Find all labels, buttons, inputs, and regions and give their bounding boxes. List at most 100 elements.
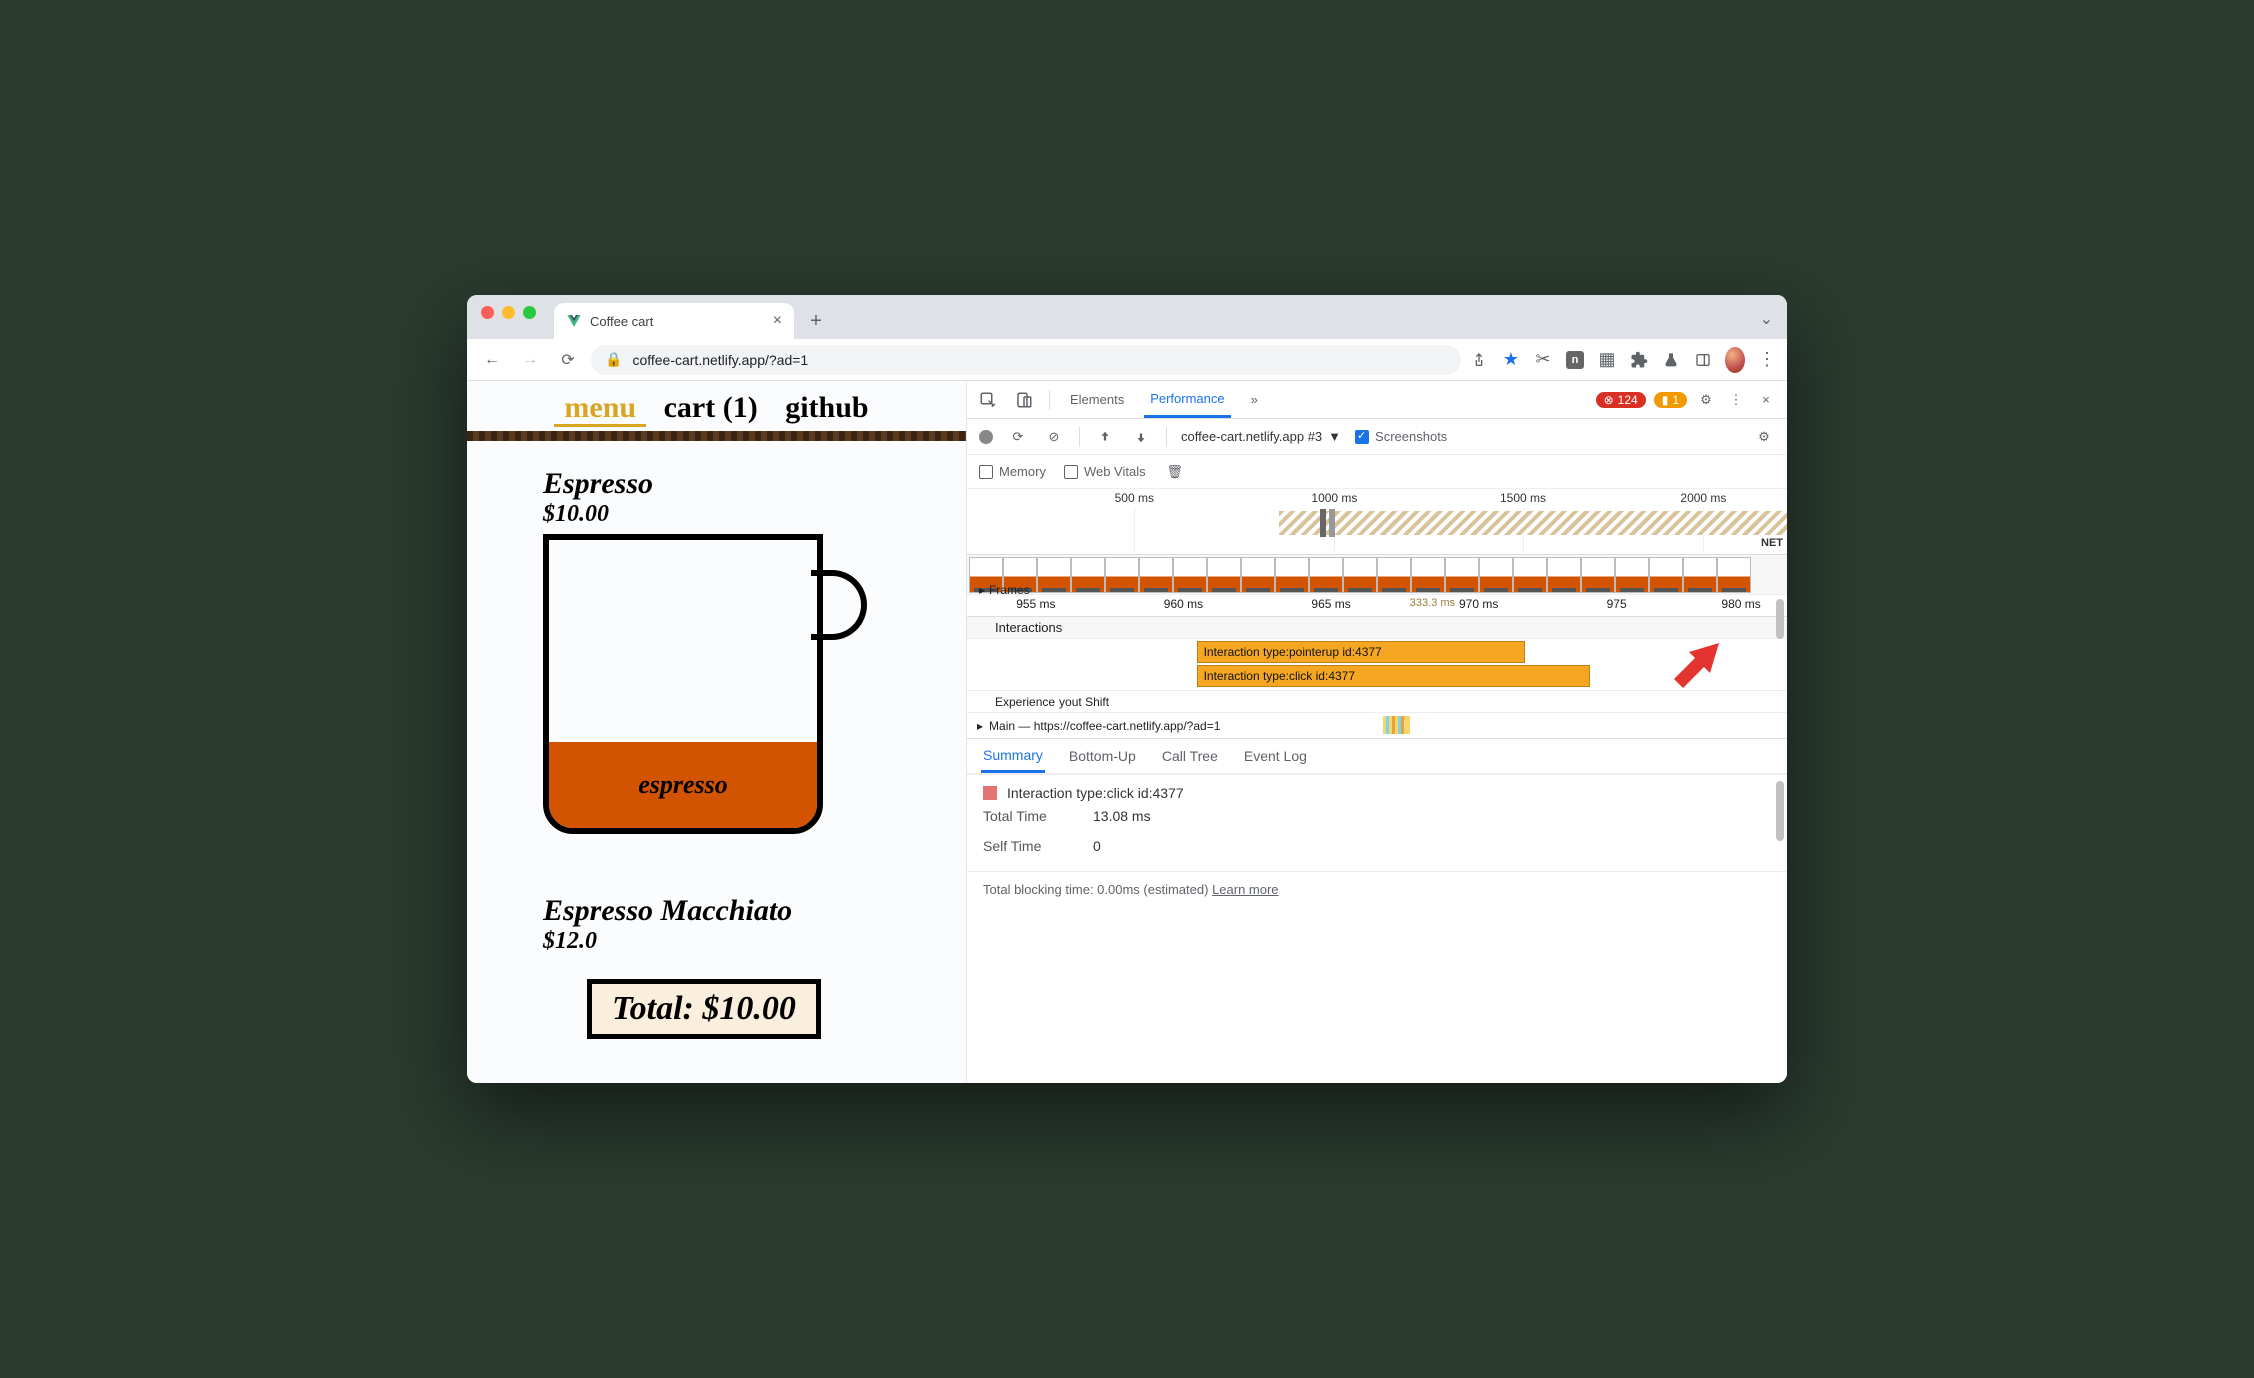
checkbox-checked-icon [1355,430,1369,444]
subtab-summary[interactable]: Summary [981,739,1045,773]
filmstrip-frame[interactable] [1411,557,1445,593]
filmstrip-frame[interactable] [1037,557,1071,593]
checkbox-icon [979,465,993,479]
bookmark-star-icon[interactable]: ★ [1501,350,1521,370]
nav-github[interactable]: github [775,391,878,424]
filmstrip-frame[interactable] [1377,557,1411,593]
chrome-menu-icon[interactable]: ⋮ [1757,350,1777,370]
save-profile-icon[interactable] [1130,426,1152,448]
filmstrip-frame[interactable] [1547,557,1581,593]
interaction-bar-pointerup[interactable]: Interaction type:pointerup id:4377 [1197,641,1525,663]
reload-record-icon[interactable]: ⟳ [1007,426,1029,448]
memory-checkbox[interactable]: Memory [979,464,1046,479]
subtab-calltree[interactable]: Call Tree [1160,739,1220,773]
warning-count-badge[interactable]: ▮1 [1654,392,1687,408]
filmstrip-frame[interactable] [1071,557,1105,593]
webpage: menu cart (1) github Espresso $10.00 esp… [467,381,967,1083]
filmstrip-frame[interactable] [1581,557,1615,593]
forward-button[interactable]: → [515,345,545,375]
filmstrip-frame[interactable] [1445,557,1479,593]
toolbar: ← → ⟳ 🔒 coffee-cart.netlify.app/?ad=1 ★ … [467,339,1787,381]
side-panel-icon[interactable] [1693,350,1713,370]
subtab-eventlog[interactable]: Event Log [1242,739,1309,773]
summary-value: 0 [1093,838,1101,854]
recording-selector[interactable]: coffee-cart.netlify.app #3▼ [1181,429,1341,444]
window-zoom-button[interactable] [523,306,536,319]
main-thread-row[interactable]: ▸ Main — https://coffee-cart.netlify.app… [967,713,1787,739]
filmstrip-frame[interactable] [1717,557,1751,593]
webvitals-checkbox[interactable]: Web Vitals [1064,464,1146,479]
tab-dropdown-icon[interactable]: ⌄ [1760,309,1773,329]
filmstrip-frame[interactable] [1649,557,1683,593]
address-bar[interactable]: 🔒 coffee-cart.netlify.app/?ad=1 [591,345,1461,375]
record-button[interactable] [979,430,993,444]
flame-chart-area: 955 ms 960 ms 965 ms 970 ms 975 980 ms 3… [967,595,1787,1083]
load-profile-icon[interactable] [1094,426,1116,448]
labs-flask-icon[interactable] [1661,350,1681,370]
clear-icon[interactable]: ⊘ [1043,426,1065,448]
time-ruler[interactable]: 955 ms 960 ms 965 ms 970 ms 975 980 ms 3… [967,595,1787,617]
overview-tick: 2000 ms [1680,491,1726,505]
profile-avatar[interactable] [1725,350,1745,370]
scrollbar-thumb[interactable] [1776,599,1784,639]
frames-section-title[interactable]: ▸ Frames [967,579,1030,601]
filmstrip-frame[interactable] [1479,557,1513,593]
summary-panel: Interaction type:click id:4377 Total Tim… [967,775,1787,871]
extensions-puzzle-icon[interactable] [1629,350,1649,370]
tab-more[interactable]: » [1245,381,1264,418]
interactions-section-title[interactable]: Interactions [967,617,1787,639]
window-close-button[interactable] [481,306,494,319]
error-count-badge[interactable]: ⊗124 [1596,392,1646,408]
tab-performance[interactable]: Performance [1144,381,1230,418]
filmstrip-frame[interactable] [1513,557,1547,593]
screenshot-filmstrip[interactable] [967,555,1787,595]
extension-grid-icon[interactable]: ▦ [1597,350,1617,370]
capture-settings-gear-icon[interactable]: ⚙ [1753,426,1775,448]
learn-more-link[interactable]: Learn more [1212,882,1278,897]
filmstrip-frame[interactable] [1343,557,1377,593]
devtools-close-icon[interactable]: × [1755,389,1777,411]
subtab-bottomup[interactable]: Bottom-Up [1067,739,1138,773]
device-toggle-icon[interactable] [1013,389,1035,411]
share-icon[interactable] [1469,350,1489,370]
filmstrip-frame[interactable] [1207,557,1241,593]
filmstrip-frame[interactable] [1275,557,1309,593]
filmstrip-frame[interactable] [1309,557,1343,593]
cup-handle-icon [811,570,867,640]
tab-elements[interactable]: Elements [1064,381,1130,418]
garbage-collect-icon[interactable]: 🗑 [1164,461,1186,483]
overview-tick: 500 ms [1115,491,1154,505]
product-price: $10.00 [543,501,926,528]
cart-total[interactable]: Total: $10.00 [587,979,821,1039]
ruler-tick: 980 ms [1721,597,1760,611]
coffee-cup[interactable]: espresso [543,534,863,854]
filmstrip-frame[interactable] [1241,557,1275,593]
devtools-menu-icon[interactable]: ⋮ [1725,389,1747,411]
filmstrip-frame[interactable] [1139,557,1173,593]
interaction-bar-click[interactable]: Interaction type:click id:4377 [1197,665,1591,687]
product-name: Espresso [543,467,926,501]
inspect-element-icon[interactable] [977,389,999,411]
filmstrip-frame[interactable] [1105,557,1139,593]
filmstrip-frame[interactable] [1615,557,1649,593]
scissors-icon[interactable]: ✂ [1533,350,1553,370]
close-tab-icon[interactable]: × [773,312,782,330]
product-macchiato: Espresso Macchiato $12.0 [467,854,966,955]
extension-n-icon[interactable]: n [1565,350,1585,370]
window-minimize-button[interactable] [502,306,515,319]
filmstrip-frame[interactable] [1173,557,1207,593]
screenshots-checkbox[interactable]: Screenshots [1355,429,1447,444]
back-button[interactable]: ← [477,345,507,375]
reload-button[interactable]: ⟳ [553,345,583,375]
scrollbar-thumb[interactable] [1776,781,1784,841]
timeline-overview[interactable]: 500 ms 1000 ms 1500 ms 2000 ms CPU NET [967,489,1787,555]
settings-gear-icon[interactable]: ⚙ [1695,389,1717,411]
filmstrip-frame[interactable] [1683,557,1717,593]
new-tab-button[interactable]: + [802,307,830,335]
summary-key: Total Time [983,808,1073,824]
nav-cart[interactable]: cart (1) [654,391,768,424]
cup-body-icon: espresso [543,534,823,834]
nav-menu[interactable]: menu [554,391,646,427]
product-name: Espresso Macchiato [543,894,926,928]
browser-tab[interactable]: Coffee cart × [554,303,794,339]
